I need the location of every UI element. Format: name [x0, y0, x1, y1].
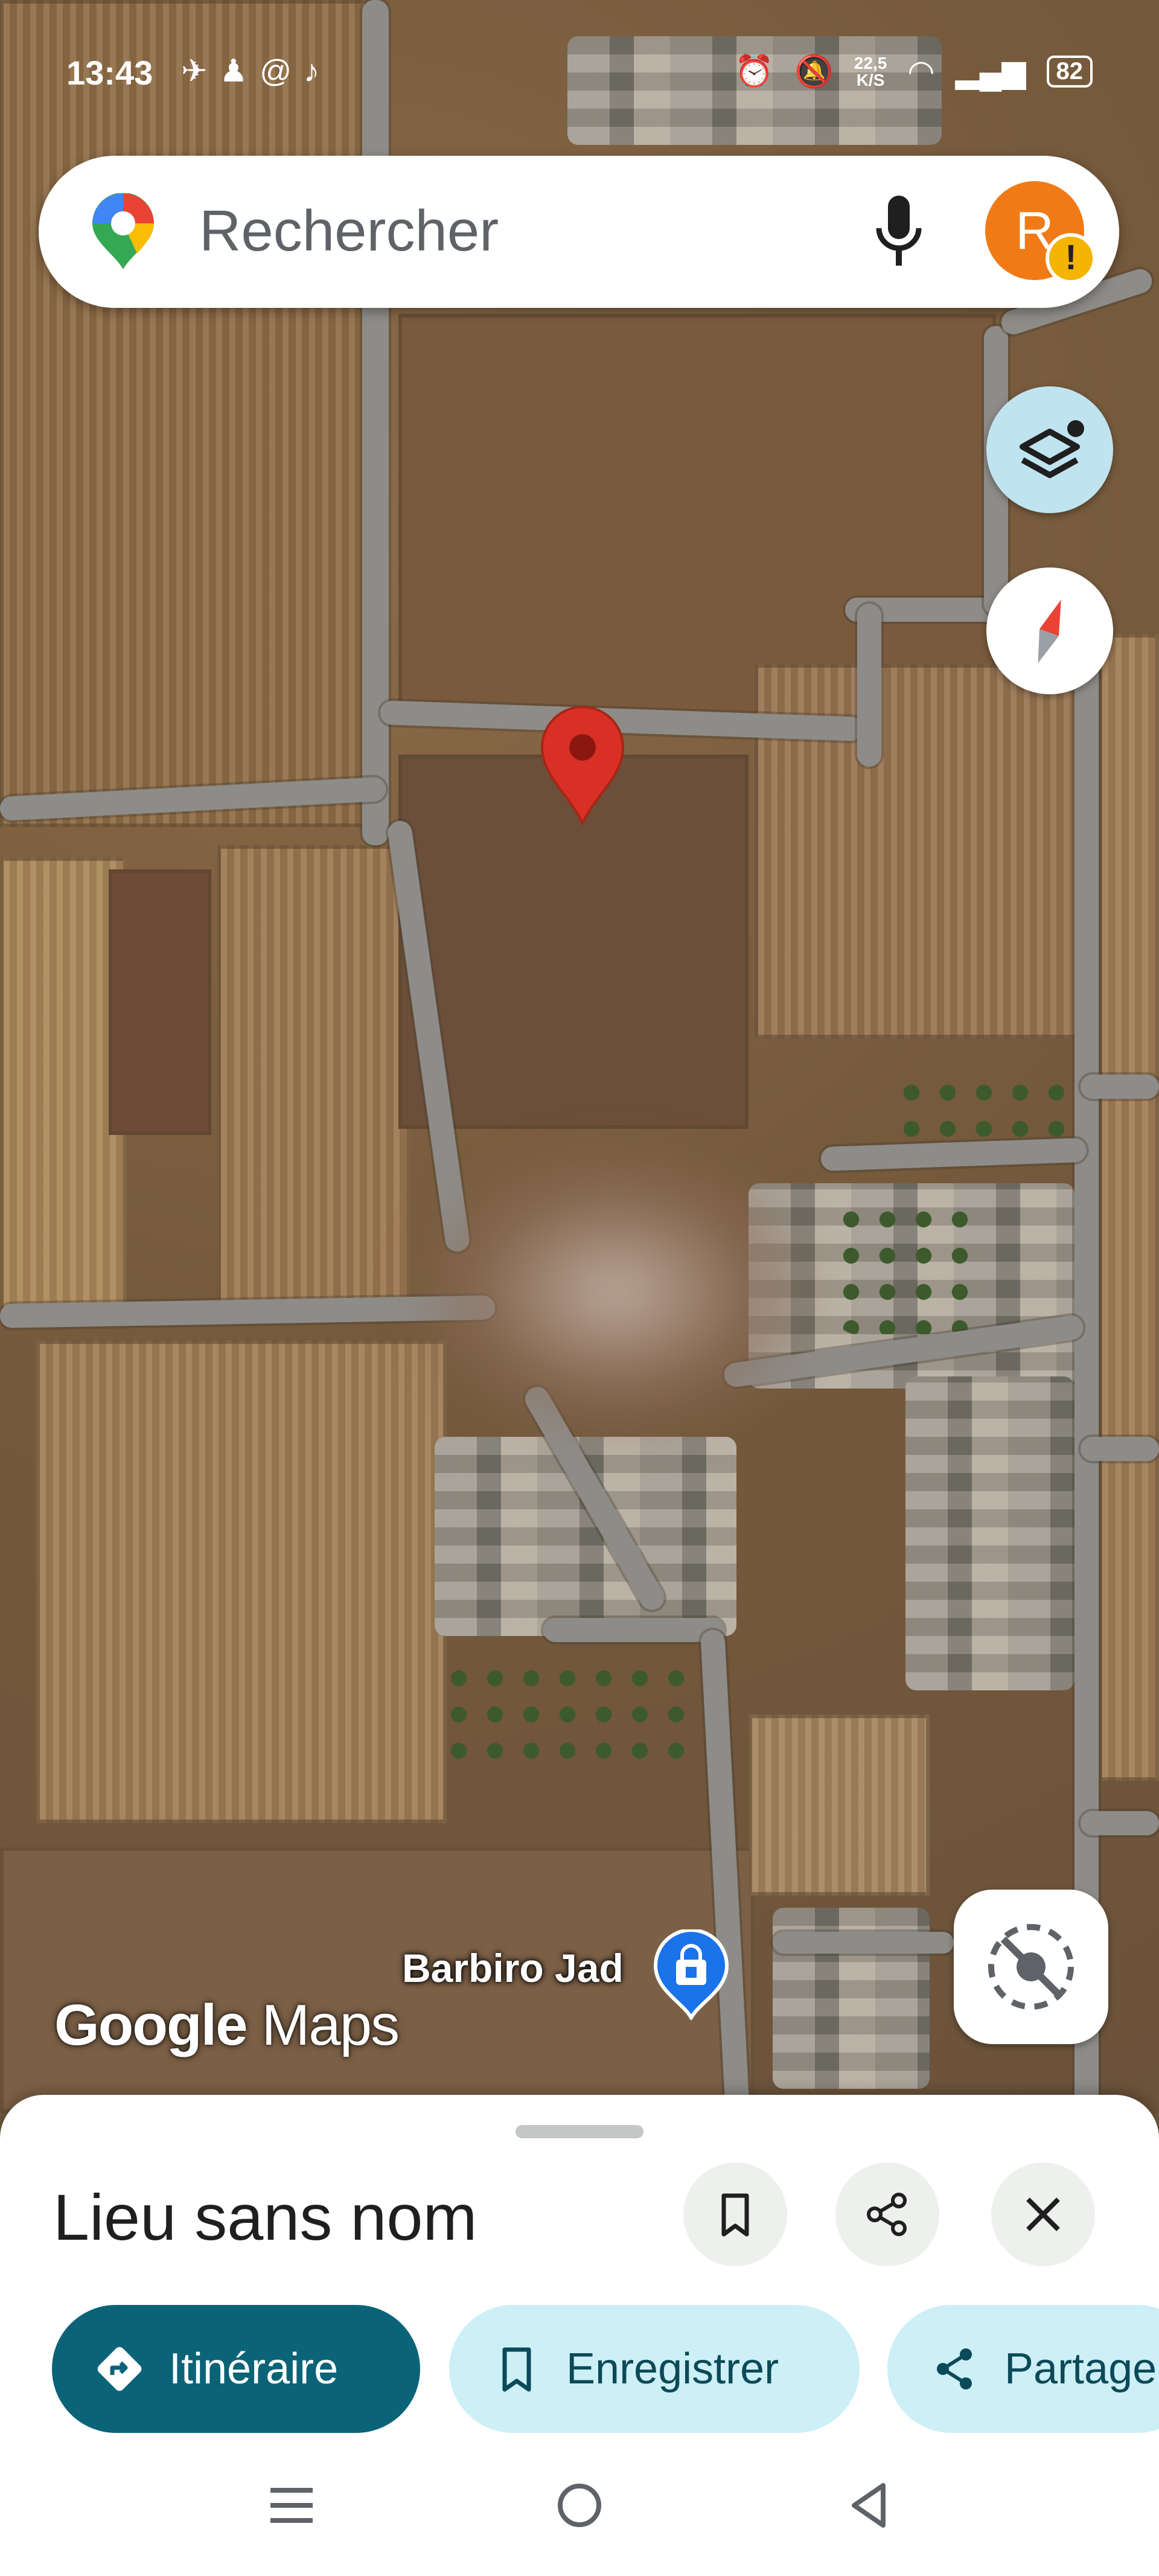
- system-nav-bar: [0, 2439, 1159, 2576]
- microphone-icon[interactable]: [872, 192, 926, 270]
- shopping-bag-icon[interactable]: [652, 1929, 730, 2020]
- location-pin-icon[interactable]: [537, 705, 628, 826]
- save-label: Enregistrer: [566, 2345, 779, 2393]
- back-icon[interactable]: [836, 2472, 902, 2539]
- road: [1074, 604, 1099, 2113]
- poi-label[interactable]: Barbiro Jad: [402, 1945, 624, 1991]
- map-field: [398, 314, 996, 724]
- road: [773, 1932, 954, 1954]
- place-title: Lieu sans nom: [53, 2181, 477, 2254]
- layers-icon: [1020, 420, 1084, 478]
- google-maps-logo: Google Maps: [54, 1992, 400, 2059]
- logo-maps-text: Maps: [261, 1993, 400, 2057]
- share-icon: [867, 2193, 907, 2236]
- network-speed-value: 22,5: [854, 53, 887, 72]
- notification-icons: ✈♟@♪: [181, 53, 331, 89]
- battery-indicator: 82: [1046, 56, 1093, 88]
- my-location-button[interactable]: [954, 1890, 1108, 2044]
- threads-icon: @: [260, 54, 304, 89]
- google-maps-pin-icon: [92, 193, 154, 269]
- network-speed: 22,5 K/S: [854, 53, 887, 89]
- alarm-icon: ⏰: [735, 54, 774, 89]
- signal-icon: ▂▄▆: [955, 54, 1026, 89]
- road: [1081, 1437, 1159, 1461]
- search-input[interactable]: Rechercher: [199, 198, 499, 264]
- close-icon: [1026, 2197, 1060, 2231]
- bookmark-button[interactable]: [683, 2162, 787, 2266]
- map-field: [1099, 634, 1159, 1781]
- compass-button[interactable]: [986, 567, 1113, 694]
- search-bar[interactable]: Rechercher R !: [39, 156, 1119, 308]
- airplane-icon: ✈: [181, 54, 220, 89]
- logo-google-text: Google: [54, 1993, 248, 2057]
- status-time: 13:43: [66, 54, 153, 92]
- satellite-map[interactable]: Barbiro Jad Google Maps: [0, 0, 1159, 2113]
- buildings-cluster: [905, 1376, 1074, 1690]
- map-field: [36, 1340, 447, 1823]
- close-button[interactable]: [991, 2162, 1095, 2266]
- map-field: [749, 1715, 930, 1896]
- system-icons: ⏰ 🔕 22,5 K/S ◠ ▂▄▆ 82: [735, 53, 1093, 90]
- road: [857, 604, 881, 767]
- map-field: [0, 0, 368, 827]
- share-label: Partager: [1004, 2345, 1159, 2393]
- blurred-area: [398, 1135, 833, 1449]
- map-field: [217, 845, 410, 1304]
- network-speed-unit: K/S: [856, 70, 885, 89]
- trees: [441, 1660, 694, 1769]
- map-field: [0, 1847, 755, 2113]
- wifi-icon: ◠: [907, 54, 935, 89]
- recent-apps-icon[interactable]: [258, 2472, 325, 2539]
- share-icon-button[interactable]: [835, 2162, 939, 2266]
- road: [820, 1137, 1087, 1171]
- directions-label: Itinéraire: [169, 2345, 339, 2393]
- trees: [893, 1075, 1087, 1147]
- share-button[interactable]: Partager: [887, 2305, 1159, 2433]
- warning-badge: !: [1046, 233, 1096, 284]
- status-bar: 13:43 ✈♟@♪ ⏰ 🔕 22,5 K/S ◠ ▂▄▆ 82: [0, 0, 1159, 92]
- user-icon: ♟: [219, 54, 260, 89]
- location-off-icon: [988, 1924, 1074, 2010]
- bookmark-icon: [721, 2193, 749, 2237]
- road: [543, 1618, 724, 1642]
- sheet-drag-handle[interactable]: [516, 2125, 643, 2138]
- save-button[interactable]: Enregistrer: [449, 2305, 860, 2433]
- road: [1081, 1811, 1159, 1835]
- home-icon[interactable]: [546, 2472, 613, 2539]
- road: [1081, 1075, 1159, 1099]
- share-icon: [937, 2348, 972, 2389]
- trees: [833, 1201, 984, 1334]
- directions-icon: [97, 2347, 142, 2391]
- map-field: [109, 869, 211, 1135]
- tiktok-icon: ♪: [304, 54, 331, 89]
- map-field: [0, 857, 127, 1316]
- directions-button[interactable]: Itinéraire: [52, 2305, 420, 2433]
- bookmark-icon: [502, 2347, 531, 2392]
- layers-button[interactable]: [986, 386, 1113, 513]
- compass-icon: [1038, 599, 1061, 663]
- mute-icon: 🔕: [794, 54, 834, 89]
